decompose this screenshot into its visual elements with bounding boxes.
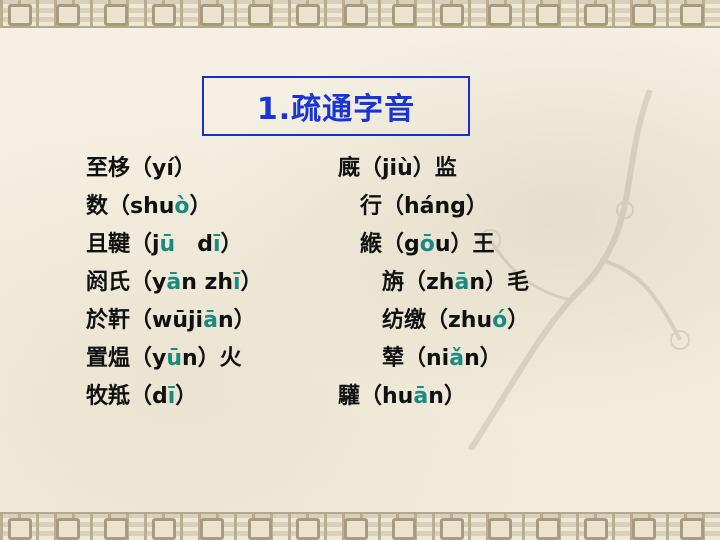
entry-text: u）王 [434, 232, 495, 257]
highlighted-vowel: ā [413, 384, 429, 409]
entry-text: 置煴（y [86, 346, 167, 371]
entry-text: 至栘（yí） [86, 156, 196, 181]
entry-text: 牧羝（d [86, 384, 168, 409]
word-entry: 於靬（wūjiān） [86, 302, 263, 340]
left-word-list: 至栘（yí） 数（shuò） 且鞬（jū dī） 阏氏（yān zhī） 於靬（wūji… [86, 150, 263, 416]
key-pattern-motif-icon [680, 4, 704, 26]
key-pattern-motif-icon [152, 4, 176, 26]
entry-text: ） [189, 194, 212, 219]
highlighted-vowel: ā [454, 270, 470, 295]
key-pattern-motif-icon [488, 4, 512, 26]
highlighted-vowel: ǎ [449, 346, 465, 371]
key-pattern-motif-icon [56, 4, 80, 26]
entry-text: n zh [181, 270, 233, 295]
entry-text: n） [217, 308, 256, 333]
entry-text: ） [220, 232, 243, 257]
entry-text: n）毛 [469, 270, 529, 295]
slide-title: 1.疏通字音 [256, 92, 416, 127]
entry-text: 行（háng） [338, 194, 488, 219]
key-pattern-motif-icon [392, 4, 416, 26]
highlighted-vowel: ū [166, 346, 183, 371]
key-pattern-motif-icon [56, 518, 80, 540]
word-entry: 牧羝（dī） [86, 378, 263, 416]
slide-background: 1.疏通字音 至栘（yí） 数（shuò） 且鞬（jū dī） 阏氏（yān zhī）… [0, 0, 720, 540]
entry-text: ） [240, 270, 263, 295]
highlighted-vowel: ī [212, 232, 221, 257]
entry-text: 阏氏（y [86, 270, 167, 295]
highlighted-vowel: ū [159, 232, 176, 257]
key-pattern-motif-icon [536, 518, 560, 540]
key-pattern-motif-icon [248, 4, 272, 26]
key-pattern-motif-icon [296, 4, 320, 26]
entry-text: 纺缴（zhu [338, 308, 493, 333]
word-entry: 廐（jiù）监 [338, 150, 529, 188]
word-entry: 驩（huān） [338, 378, 529, 416]
key-pattern-motif-icon [152, 518, 176, 540]
key-pattern-motif-icon [584, 4, 608, 26]
key-pattern-motif-icon [632, 518, 656, 540]
highlighted-vowel: ó [492, 308, 508, 333]
key-pattern-motif-icon [104, 4, 128, 26]
key-pattern-motif-icon [392, 518, 416, 540]
entry-text: ） [175, 384, 198, 409]
key-pattern-motif-icon [248, 518, 272, 540]
key-pattern-motif-icon [8, 518, 32, 540]
entry-text: 旃（zh [338, 270, 455, 295]
key-pattern-motif-icon [680, 518, 704, 540]
bottom-ornament-border [0, 512, 720, 540]
key-pattern-motif-icon [296, 518, 320, 540]
key-pattern-motif-icon [344, 518, 368, 540]
highlighted-vowel: ā [203, 308, 218, 333]
word-entry: 数（shuò） [86, 188, 263, 226]
word-entry: 阏氏（yān zhī） [86, 264, 263, 302]
word-entry: 辇（niǎn） [338, 340, 529, 378]
title-box: 1.疏通字音 [202, 76, 470, 136]
key-pattern-motif-icon [200, 518, 224, 540]
key-pattern-motif-icon [344, 4, 368, 26]
word-entry: 且鞬（jū dī） [86, 226, 263, 264]
entry-text: d [175, 232, 213, 257]
word-entry: 旃（zhān）毛 [338, 264, 529, 302]
entry-text: n）火 [182, 346, 242, 371]
key-pattern-motif-icon [440, 518, 464, 540]
entry-text: 辇（ni [338, 346, 450, 371]
key-pattern-motif-icon [536, 4, 560, 26]
right-word-list: 廐（jiù）监 行（háng） 緱（gōu）王 旃（zhān）毛 纺缴（zhuó… [338, 150, 529, 416]
entry-text: 且鞬（j [86, 232, 160, 257]
entry-text: n） [464, 346, 502, 371]
entry-text: 廐（jiù）监 [338, 156, 457, 181]
word-entry: 纺缴（zhuó） [338, 302, 529, 340]
key-pattern-motif-icon [104, 518, 128, 540]
entry-text: n） [428, 384, 466, 409]
word-entry: 置煴（yūn）火 [86, 340, 263, 378]
entry-text: 緱（g [338, 232, 420, 257]
highlighted-vowel: ò [174, 194, 190, 219]
key-pattern-motif-icon [584, 518, 608, 540]
key-pattern-motif-icon [488, 518, 512, 540]
word-entry: 行（háng） [338, 188, 529, 226]
word-entry: 緱（gōu）王 [338, 226, 529, 264]
highlighted-vowel: ō [419, 232, 435, 257]
key-pattern-motif-icon [440, 4, 464, 26]
entry-text: ） [507, 308, 530, 333]
entry-text: 於靬（wūji [86, 308, 204, 333]
word-entry: 至栘（yí） [86, 150, 263, 188]
highlighted-vowel: ā [166, 270, 182, 295]
key-pattern-motif-icon [200, 4, 224, 26]
key-pattern-motif-icon [632, 4, 656, 26]
entry-text: 驩（hu [338, 384, 414, 409]
entry-text: 数（shu [86, 194, 175, 219]
key-pattern-motif-icon [8, 4, 32, 26]
highlighted-vowel: ī [233, 270, 241, 295]
top-ornament-border [0, 0, 720, 28]
